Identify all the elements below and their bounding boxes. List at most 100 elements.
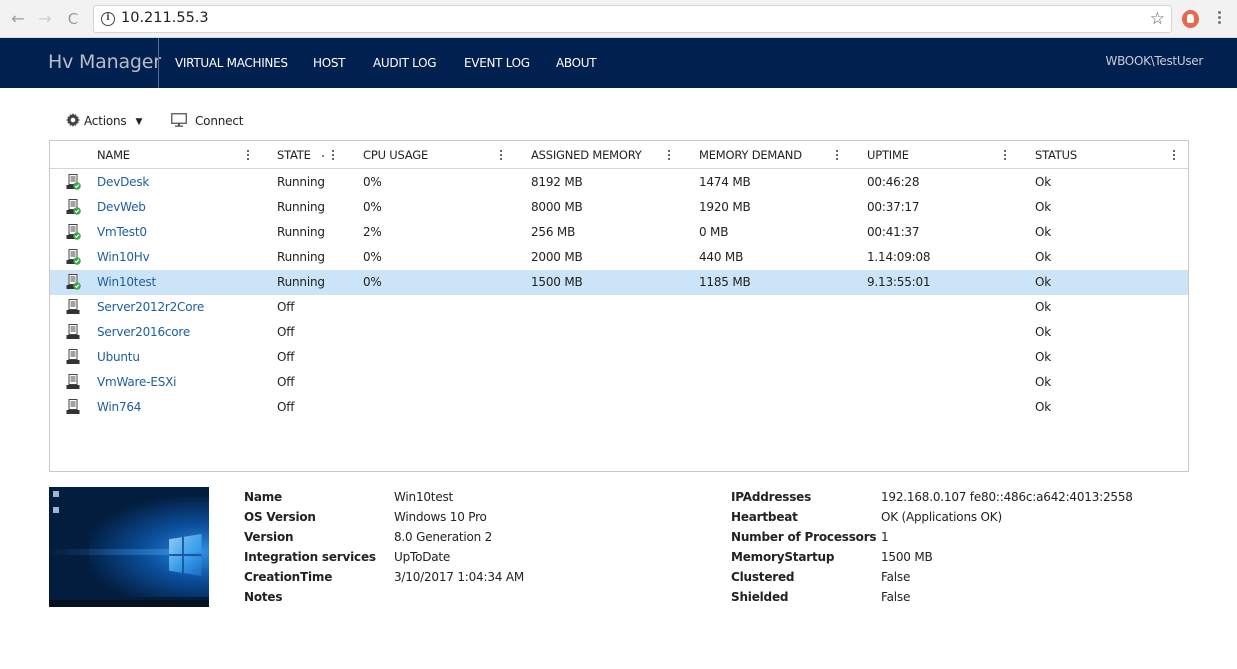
cell-state: Off (277, 325, 295, 339)
detail-label: Heartbeat (731, 510, 798, 524)
column-header-cpu-usage[interactable]: CPU USAGE (363, 148, 428, 162)
column-menu-icon[interactable] (498, 148, 504, 162)
vm-row[interactable]: Win764 Off Ok (50, 395, 1188, 420)
nav-event-log[interactable]: EVENT LOG (464, 56, 530, 70)
column-menu-icon[interactable] (834, 148, 840, 162)
cell-name[interactable]: Ubuntu (97, 350, 140, 364)
address-bar[interactable]: i 10.211.55.3 ☆ (93, 5, 1172, 33)
cell-cpu-usage: 0% (363, 250, 382, 264)
info-icon[interactable]: i (101, 12, 115, 26)
connect-button[interactable]: Connect (171, 113, 243, 129)
cell-status: Ok (1035, 350, 1051, 364)
cell-state: Running (277, 275, 325, 289)
vm-row[interactable]: VmTest0 Running 2% 256 MB 0 MB 00:41:37 Ok (50, 220, 1188, 245)
vm-screenshot-thumbnail[interactable] (49, 487, 209, 607)
nav-audit-log[interactable]: AUDIT LOG (373, 56, 437, 70)
vm-row[interactable]: Server2012r2Core Off Ok (50, 295, 1188, 320)
vm-row[interactable]: DevWeb Running 0% 8000 MB 1920 MB 00:37:17 Ok (50, 195, 1188, 220)
nav-about[interactable]: ABOUT (556, 56, 597, 70)
cell-name[interactable]: DevDesk (97, 175, 149, 189)
cell-cpu-usage: 2% (363, 225, 382, 239)
cell-state: Running (277, 250, 325, 264)
vm-row[interactable]: DevDesk Running 0% 8192 MB 1474 MB 00:46:28 Ok (50, 170, 1188, 195)
vm-off-icon (66, 399, 81, 415)
cell-name[interactable]: Win10test (97, 275, 156, 289)
cell-name[interactable]: VmWare-ESXi (97, 375, 176, 389)
detail-value: 1500 MB (881, 550, 933, 564)
desktop-icon (53, 507, 59, 513)
grid-header: NAME STATE CPU USAGE ASSIGNED MEMORY MEM… (50, 141, 1188, 169)
column-menu-icon[interactable] (666, 148, 672, 162)
column-header-state[interactable]: STATE (277, 148, 311, 162)
cell-name[interactable]: Server2016core (97, 325, 190, 339)
cell-state: Off (277, 300, 295, 314)
detail-value: 192.168.0.107 fe80::486c:a642:4013:2558 (881, 490, 1133, 504)
current-user[interactable]: WBOOK\TestUser (1106, 54, 1204, 68)
column-header-name[interactable]: NAME (97, 148, 130, 162)
cell-assigned-memory: 2000 MB (531, 250, 583, 264)
vm-row[interactable]: Win10Hv Running 0% 2000 MB 440 MB 1.14:09:08 O… (50, 245, 1188, 270)
column-menu-icon[interactable] (1002, 148, 1008, 162)
url-text[interactable]: 10.211.55.3 (121, 10, 209, 26)
detail-label: Number of Processors (731, 530, 877, 544)
vm-row[interactable]: Win10test Running 0% 1500 MB 1185 MB 9.13:55:… (50, 270, 1188, 295)
column-menu-icon[interactable] (330, 148, 336, 162)
detail-value: 1 (881, 530, 889, 544)
cell-status: Ok (1035, 300, 1051, 314)
column-header-uptime[interactable]: UPTIME (867, 148, 909, 162)
vm-off-icon (66, 349, 81, 365)
adblock-extension-icon[interactable] (1182, 10, 1199, 28)
column-menu-icon[interactable] (1171, 148, 1177, 162)
cell-name[interactable]: Win10Hv (97, 250, 150, 264)
column-header-assigned-memory[interactable]: ASSIGNED MEMORY (531, 148, 642, 162)
detail-value: 8.0 Generation 2 (394, 530, 493, 544)
detail-value: False (881, 570, 911, 584)
detail-label: Name (244, 490, 282, 504)
vm-grid: NAME STATE CPU USAGE ASSIGNED MEMORY MEM… (49, 140, 1189, 472)
nav-host[interactable]: HOST (313, 56, 346, 70)
monitor-icon (171, 113, 187, 127)
cell-memory-demand: 0 MB (699, 225, 729, 239)
column-header-memory-demand[interactable]: MEMORY DEMAND (699, 148, 802, 162)
back-button[interactable]: ← (8, 9, 28, 29)
connect-label: Connect (195, 114, 244, 128)
forward-button[interactable]: → (35, 9, 55, 29)
vm-running-icon (66, 224, 81, 240)
cell-name[interactable]: DevWeb (97, 200, 146, 214)
cell-state: Running (277, 175, 325, 189)
bookmark-star-icon[interactable]: ☆ (1150, 9, 1165, 29)
detail-value: OK (Applications OK) (881, 510, 1002, 524)
cell-uptime: 1.14:09:08 (867, 250, 931, 264)
nav-virtual-machines[interactable]: VIRTUAL MACHINES (175, 56, 288, 70)
detail-label: CreationTime (244, 570, 333, 584)
taskbar (49, 600, 209, 607)
cell-status: Ok (1035, 250, 1051, 264)
detail-value: Windows 10 Pro (394, 510, 487, 524)
cell-name[interactable]: Server2012r2Core (97, 300, 204, 314)
cell-memory-demand: 1185 MB (699, 275, 751, 289)
cell-assigned-memory: 1500 MB (531, 275, 583, 289)
actions-menu-button[interactable]: Actions ▼ (66, 113, 142, 129)
column-header-status[interactable]: STATUS (1035, 148, 1077, 162)
cell-uptime: 00:37:17 (867, 200, 920, 214)
cell-cpu-usage: 0% (363, 175, 382, 189)
column-menu-icon[interactable] (245, 148, 251, 162)
detail-label: Integration services (244, 550, 376, 564)
cell-assigned-memory: 8192 MB (531, 175, 583, 189)
browser-toolbar: ← → C i 10.211.55.3 ☆ (0, 0, 1237, 38)
app-brand[interactable]: Hv Manager (48, 51, 161, 73)
reload-button[interactable]: C (63, 9, 83, 29)
detail-label: IPAddresses (731, 490, 812, 504)
vm-row[interactable]: Server2016core Off Ok (50, 320, 1188, 345)
cell-status: Ok (1035, 200, 1051, 214)
vm-row[interactable]: VmWare-ESXi Off Ok (50, 370, 1188, 395)
vm-row[interactable]: Ubuntu Off Ok (50, 345, 1188, 370)
vm-off-icon (66, 299, 81, 315)
arrow-right-icon: → (38, 9, 52, 28)
cell-name[interactable]: VmTest0 (97, 225, 147, 239)
cell-name[interactable]: Win764 (97, 400, 141, 414)
cell-status: Ok (1035, 325, 1051, 339)
detail-value: UpToDate (394, 550, 451, 564)
cell-status: Ok (1035, 400, 1051, 414)
browser-menu-icon[interactable] (1212, 9, 1226, 29)
